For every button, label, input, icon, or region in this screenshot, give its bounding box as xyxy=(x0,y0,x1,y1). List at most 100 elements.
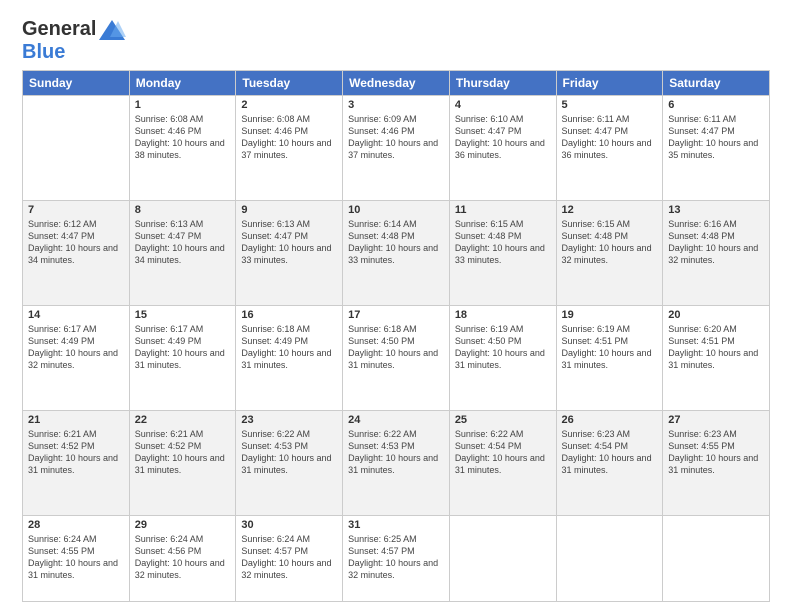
day-info: Sunrise: 6:11 AM Sunset: 4:47 PM Dayligh… xyxy=(562,113,658,162)
calendar-day-cell: 19 Sunrise: 6:19 AM Sunset: 4:51 PM Dayl… xyxy=(556,306,663,411)
day-info: Sunrise: 6:22 AM Sunset: 4:54 PM Dayligh… xyxy=(455,428,551,477)
day-number: 27 xyxy=(668,414,764,426)
page: General Blue SundayMondayTuesdayWednesda… xyxy=(0,0,792,612)
calendar-day-cell: 2 Sunrise: 6:08 AM Sunset: 4:46 PM Dayli… xyxy=(236,96,343,201)
day-number: 15 xyxy=(135,309,231,321)
day-number: 23 xyxy=(241,414,337,426)
calendar-day-cell: 15 Sunrise: 6:17 AM Sunset: 4:49 PM Dayl… xyxy=(129,306,236,411)
day-info: Sunrise: 6:25 AM Sunset: 4:57 PM Dayligh… xyxy=(348,533,444,582)
day-info: Sunrise: 6:22 AM Sunset: 4:53 PM Dayligh… xyxy=(348,428,444,477)
day-number: 11 xyxy=(455,204,551,216)
calendar-day-cell: 11 Sunrise: 6:15 AM Sunset: 4:48 PM Dayl… xyxy=(449,201,556,306)
calendar-header-row: SundayMondayTuesdayWednesdayThursdayFrid… xyxy=(23,71,770,96)
calendar-week-row: 1 Sunrise: 6:08 AM Sunset: 4:46 PM Dayli… xyxy=(23,96,770,201)
day-info: Sunrise: 6:19 AM Sunset: 4:50 PM Dayligh… xyxy=(455,323,551,372)
calendar-day-cell xyxy=(23,96,130,201)
day-number: 10 xyxy=(348,204,444,216)
day-info: Sunrise: 6:24 AM Sunset: 4:57 PM Dayligh… xyxy=(241,533,337,582)
day-info: Sunrise: 6:16 AM Sunset: 4:48 PM Dayligh… xyxy=(668,218,764,267)
calendar-day-header: Wednesday xyxy=(343,71,450,96)
day-number: 31 xyxy=(348,519,444,531)
day-info: Sunrise: 6:24 AM Sunset: 4:56 PM Dayligh… xyxy=(135,533,231,582)
calendar-day-cell: 21 Sunrise: 6:21 AM Sunset: 4:52 PM Dayl… xyxy=(23,411,130,516)
day-number: 30 xyxy=(241,519,337,531)
day-info: Sunrise: 6:22 AM Sunset: 4:53 PM Dayligh… xyxy=(241,428,337,477)
day-number: 6 xyxy=(668,99,764,111)
calendar-day-cell: 30 Sunrise: 6:24 AM Sunset: 4:57 PM Dayl… xyxy=(236,516,343,602)
day-info: Sunrise: 6:15 AM Sunset: 4:48 PM Dayligh… xyxy=(562,218,658,267)
day-number: 20 xyxy=(668,309,764,321)
day-info: Sunrise: 6:14 AM Sunset: 4:48 PM Dayligh… xyxy=(348,218,444,267)
calendar-day-cell: 13 Sunrise: 6:16 AM Sunset: 4:48 PM Dayl… xyxy=(663,201,770,306)
day-info: Sunrise: 6:23 AM Sunset: 4:54 PM Dayligh… xyxy=(562,428,658,477)
calendar-day-header: Tuesday xyxy=(236,71,343,96)
logo-area: General Blue xyxy=(22,18,128,64)
calendar-day-cell xyxy=(449,516,556,602)
day-info: Sunrise: 6:19 AM Sunset: 4:51 PM Dayligh… xyxy=(562,323,658,372)
day-info: Sunrise: 6:23 AM Sunset: 4:55 PM Dayligh… xyxy=(668,428,764,477)
day-number: 26 xyxy=(562,414,658,426)
calendar-day-cell: 8 Sunrise: 6:13 AM Sunset: 4:47 PM Dayli… xyxy=(129,201,236,306)
calendar-day-header: Friday xyxy=(556,71,663,96)
calendar-day-cell: 18 Sunrise: 6:19 AM Sunset: 4:50 PM Dayl… xyxy=(449,306,556,411)
calendar-day-cell: 31 Sunrise: 6:25 AM Sunset: 4:57 PM Dayl… xyxy=(343,516,450,602)
calendar-day-cell: 20 Sunrise: 6:20 AM Sunset: 4:51 PM Dayl… xyxy=(663,306,770,411)
calendar-day-cell: 3 Sunrise: 6:09 AM Sunset: 4:46 PM Dayli… xyxy=(343,96,450,201)
day-info: Sunrise: 6:20 AM Sunset: 4:51 PM Dayligh… xyxy=(668,323,764,372)
logo-general-text: General xyxy=(22,18,96,41)
day-info: Sunrise: 6:13 AM Sunset: 4:47 PM Dayligh… xyxy=(135,218,231,267)
calendar-day-cell: 28 Sunrise: 6:24 AM Sunset: 4:55 PM Dayl… xyxy=(23,516,130,602)
calendar-day-cell: 24 Sunrise: 6:22 AM Sunset: 4:53 PM Dayl… xyxy=(343,411,450,516)
day-number: 13 xyxy=(668,204,764,216)
day-info: Sunrise: 6:08 AM Sunset: 4:46 PM Dayligh… xyxy=(241,113,337,162)
calendar-day-cell: 1 Sunrise: 6:08 AM Sunset: 4:46 PM Dayli… xyxy=(129,96,236,201)
calendar-day-cell: 26 Sunrise: 6:23 AM Sunset: 4:54 PM Dayl… xyxy=(556,411,663,516)
day-info: Sunrise: 6:12 AM Sunset: 4:47 PM Dayligh… xyxy=(28,218,124,267)
logo-icon xyxy=(98,19,126,41)
day-number: 14 xyxy=(28,309,124,321)
day-info: Sunrise: 6:18 AM Sunset: 4:49 PM Dayligh… xyxy=(241,323,337,372)
calendar-day-cell: 12 Sunrise: 6:15 AM Sunset: 4:48 PM Dayl… xyxy=(556,201,663,306)
day-info: Sunrise: 6:18 AM Sunset: 4:50 PM Dayligh… xyxy=(348,323,444,372)
calendar-day-header: Sunday xyxy=(23,71,130,96)
day-number: 4 xyxy=(455,99,551,111)
calendar-day-cell: 27 Sunrise: 6:23 AM Sunset: 4:55 PM Dayl… xyxy=(663,411,770,516)
calendar-week-row: 7 Sunrise: 6:12 AM Sunset: 4:47 PM Dayli… xyxy=(23,201,770,306)
calendar-week-row: 21 Sunrise: 6:21 AM Sunset: 4:52 PM Dayl… xyxy=(23,411,770,516)
calendar-day-cell: 4 Sunrise: 6:10 AM Sunset: 4:47 PM Dayli… xyxy=(449,96,556,201)
day-info: Sunrise: 6:10 AM Sunset: 4:47 PM Dayligh… xyxy=(455,113,551,162)
day-number: 8 xyxy=(135,204,231,216)
day-number: 3 xyxy=(348,99,444,111)
calendar-day-header: Monday xyxy=(129,71,236,96)
header: General Blue xyxy=(22,18,770,64)
day-number: 16 xyxy=(241,309,337,321)
day-info: Sunrise: 6:21 AM Sunset: 4:52 PM Dayligh… xyxy=(135,428,231,477)
calendar-week-row: 14 Sunrise: 6:17 AM Sunset: 4:49 PM Dayl… xyxy=(23,306,770,411)
day-number: 2 xyxy=(241,99,337,111)
calendar-day-cell: 10 Sunrise: 6:14 AM Sunset: 4:48 PM Dayl… xyxy=(343,201,450,306)
day-info: Sunrise: 6:15 AM Sunset: 4:48 PM Dayligh… xyxy=(455,218,551,267)
calendar-day-cell: 25 Sunrise: 6:22 AM Sunset: 4:54 PM Dayl… xyxy=(449,411,556,516)
day-number: 1 xyxy=(135,99,231,111)
day-info: Sunrise: 6:21 AM Sunset: 4:52 PM Dayligh… xyxy=(28,428,124,477)
logo-blue-text: Blue xyxy=(22,41,65,63)
day-info: Sunrise: 6:17 AM Sunset: 4:49 PM Dayligh… xyxy=(135,323,231,372)
day-number: 21 xyxy=(28,414,124,426)
day-info: Sunrise: 6:17 AM Sunset: 4:49 PM Dayligh… xyxy=(28,323,124,372)
day-number: 28 xyxy=(28,519,124,531)
calendar-table: SundayMondayTuesdayWednesdayThursdayFrid… xyxy=(22,70,770,602)
calendar-day-cell: 17 Sunrise: 6:18 AM Sunset: 4:50 PM Dayl… xyxy=(343,306,450,411)
day-info: Sunrise: 6:24 AM Sunset: 4:55 PM Dayligh… xyxy=(28,533,124,582)
day-info: Sunrise: 6:08 AM Sunset: 4:46 PM Dayligh… xyxy=(135,113,231,162)
day-number: 9 xyxy=(241,204,337,216)
day-number: 5 xyxy=(562,99,658,111)
calendar-day-cell: 29 Sunrise: 6:24 AM Sunset: 4:56 PM Dayl… xyxy=(129,516,236,602)
calendar-day-cell: 9 Sunrise: 6:13 AM Sunset: 4:47 PM Dayli… xyxy=(236,201,343,306)
day-number: 17 xyxy=(348,309,444,321)
day-number: 25 xyxy=(455,414,551,426)
day-info: Sunrise: 6:11 AM Sunset: 4:47 PM Dayligh… xyxy=(668,113,764,162)
calendar-day-cell: 6 Sunrise: 6:11 AM Sunset: 4:47 PM Dayli… xyxy=(663,96,770,201)
calendar-day-cell xyxy=(556,516,663,602)
day-number: 29 xyxy=(135,519,231,531)
calendar-day-header: Saturday xyxy=(663,71,770,96)
